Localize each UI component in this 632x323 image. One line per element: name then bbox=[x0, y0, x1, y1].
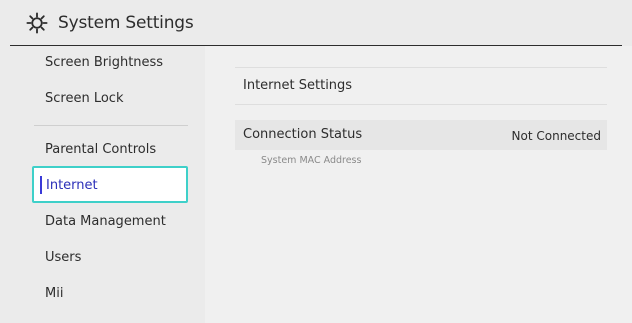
sidebar-item-parental-controls[interactable]: Parental Controls bbox=[45, 142, 156, 158]
sidebar-item-internet[interactable]: Internet bbox=[32, 166, 188, 203]
sidebar-item-screen-lock[interactable]: Screen Lock bbox=[45, 91, 123, 107]
main-panel: Internet Settings Connection Status Not … bbox=[205, 46, 632, 323]
header-bar: System Settings bbox=[0, 0, 632, 46]
sidebar-item-screen-brightness[interactable]: Screen Brightness bbox=[45, 55, 163, 71]
connection-status-label: Connection Status bbox=[243, 127, 363, 142]
sidebar-divider bbox=[34, 125, 188, 126]
connection-status-value: Not Connected bbox=[511, 129, 601, 143]
internet-settings-row[interactable]: Internet Settings bbox=[235, 68, 607, 104]
internet-settings-label: Internet Settings bbox=[243, 78, 353, 93]
selection-marker bbox=[40, 176, 42, 194]
sidebar: Screen Brightness Screen Lock Parental C… bbox=[0, 46, 205, 323]
gear-icon bbox=[26, 12, 48, 34]
page-title: System Settings bbox=[58, 13, 194, 33]
connection-status-row[interactable]: Connection Status Not Connected bbox=[235, 120, 607, 150]
panel-divider bbox=[235, 104, 607, 105]
sidebar-item-users[interactable]: Users bbox=[45, 250, 81, 266]
sidebar-item-data-management[interactable]: Data Management bbox=[45, 214, 166, 230]
sidebar-item-mii[interactable]: Mii bbox=[45, 286, 63, 302]
mac-address-label: System MAC Address bbox=[261, 155, 362, 166]
sidebar-item-label: Internet bbox=[46, 178, 98, 193]
